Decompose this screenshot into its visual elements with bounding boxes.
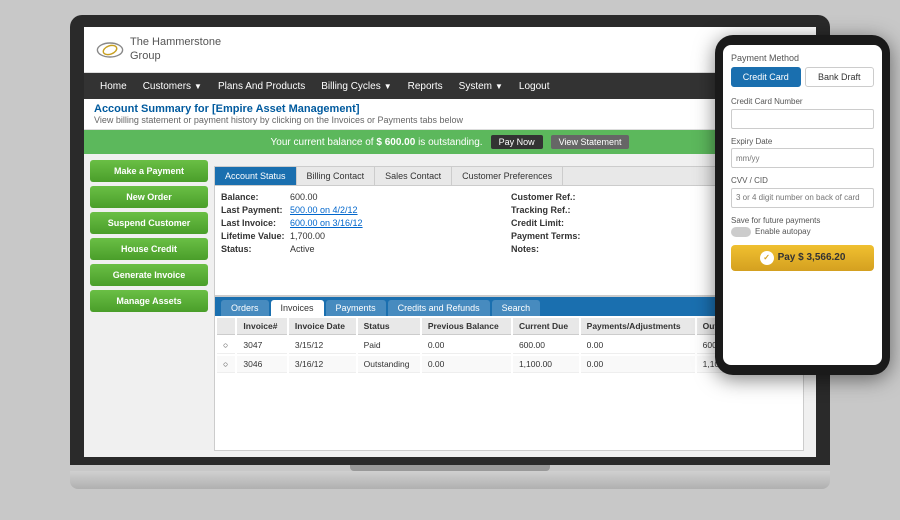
- sidebar-buttons: Make a Payment New Order Suspend Custome…: [84, 154, 214, 457]
- phone-device: Payment Method Credit Card Bank Draft Cr…: [715, 35, 890, 375]
- col-prev-balance: Previous Balance: [422, 318, 511, 335]
- nav-plans[interactable]: Plans And Products: [210, 73, 313, 99]
- status-row-balance: Balance: 600.00: [221, 192, 507, 202]
- cc-number-label: Credit Card Number: [731, 97, 874, 106]
- tab-invoices[interactable]: Invoices: [271, 300, 324, 316]
- status-row-status: Status: Active: [221, 244, 507, 254]
- tab-search[interactable]: Search: [492, 300, 541, 316]
- account-subtitle: View billing statement or payment histor…: [94, 115, 806, 125]
- view-statement-button[interactable]: View Statement: [551, 135, 630, 149]
- make-payment-button[interactable]: Make a Payment: [90, 160, 208, 182]
- expiry-input[interactable]: [731, 148, 874, 168]
- bottom-section-inner: Make a Payment New Order Suspend Custome…: [84, 154, 816, 457]
- tab-billing-contact[interactable]: Billing Contact: [297, 167, 376, 185]
- logo-text: The Hammerstone Group: [130, 36, 221, 62]
- tab-orders[interactable]: Orders: [221, 300, 269, 316]
- pay-icon: ✓: [760, 251, 774, 265]
- main-nav: Home Customers ▼ Plans And Products Bill…: [84, 73, 816, 99]
- autopay-label: Enable autopay: [755, 227, 811, 236]
- generate-invoice-button[interactable]: Generate Invoice: [90, 264, 208, 286]
- col-invoice-date: Invoice Date: [289, 318, 356, 335]
- autopay-toggle[interactable]: [731, 227, 751, 237]
- tab-account-status[interactable]: Account Status: [215, 167, 297, 185]
- nav-home[interactable]: Home: [92, 73, 135, 99]
- status-row-last-invoice: Last Invoice: 600.00 on 3/16/12: [221, 218, 507, 228]
- col-adjustments: Payments/Adjustments: [581, 318, 695, 335]
- phone-screen: Payment Method Credit Card Bank Draft Cr…: [723, 45, 882, 365]
- suspend-customer-button[interactable]: Suspend Customer: [90, 212, 208, 234]
- nav-reports[interactable]: Reports: [400, 73, 451, 99]
- logo-icon: [96, 41, 124, 59]
- laptop-base: [70, 471, 830, 489]
- pay-now-button[interactable]: Pay Now: [491, 135, 543, 149]
- laptop-device: The Hammerstone Group Home Customers ▼ P…: [70, 15, 830, 505]
- billing-arrow-icon: ▼: [384, 82, 392, 91]
- col-invoice-num: Invoice#: [237, 318, 286, 335]
- tab-payments[interactable]: Payments: [326, 300, 386, 316]
- status-row-last-payment: Last Payment: 500.00 on 4/2/12: [221, 205, 507, 215]
- tab-credits-refunds[interactable]: Credits and Refunds: [388, 300, 490, 316]
- cc-number-input[interactable]: [731, 109, 874, 129]
- nav-customers[interactable]: Customers ▼: [135, 73, 210, 99]
- expiry-label: Expiry Date: [731, 137, 874, 146]
- logo-area: The Hammerstone Group: [96, 36, 221, 62]
- nav-logout[interactable]: Logout: [511, 73, 558, 99]
- cvv-input[interactable]: [731, 188, 874, 208]
- pay-button[interactable]: ✓ Pay $ 3,566.20: [731, 245, 874, 271]
- account-bar: Account Summary for [Empire Asset Manage…: [84, 99, 816, 130]
- col-status: Status: [358, 318, 420, 335]
- bottom-section: Make a Payment New Order Suspend Custome…: [84, 154, 816, 457]
- nav-system[interactable]: System ▼: [451, 73, 511, 99]
- cvv-label: CVV / CID: [731, 176, 874, 185]
- balance-text: Your current balance of $ 600.00 is outs…: [271, 137, 483, 148]
- nav-billing[interactable]: Billing Cycles ▼: [313, 73, 399, 99]
- site-header: The Hammerstone Group: [84, 27, 816, 73]
- tab-sales-contact[interactable]: Sales Contact: [375, 167, 452, 185]
- pay-button-label: Pay $ 3,566.20: [778, 252, 846, 263]
- col-current-due: Current Due: [513, 318, 579, 335]
- autopay-row: Enable autopay: [731, 227, 874, 237]
- save-label: Save for future payments: [731, 216, 874, 225]
- status-row-lifetime: Lifetime Value: 1,700.00: [221, 231, 507, 241]
- laptop-screen: The Hammerstone Group Home Customers ▼ P…: [84, 27, 816, 457]
- system-arrow-icon: ▼: [495, 82, 503, 91]
- bank-draft-button[interactable]: Bank Draft: [805, 67, 875, 87]
- new-order-button[interactable]: New Order: [90, 186, 208, 208]
- customers-arrow-icon: ▼: [194, 82, 202, 91]
- table-row: ○ 3047 3/15/12 Paid 0.00 600.00 0.00 600…: [217, 337, 801, 354]
- payment-method-label: Payment Method: [731, 53, 874, 63]
- credit-card-button[interactable]: Credit Card: [731, 67, 801, 87]
- account-title: Account Summary for [Empire Asset Manage…: [94, 103, 806, 115]
- tab-customer-preferences[interactable]: Customer Preferences: [452, 167, 563, 185]
- payment-method-buttons: Credit Card Bank Draft: [731, 67, 874, 87]
- manage-assets-button[interactable]: Manage Assets: [90, 290, 208, 312]
- status-col-left: Balance: 600.00 Last Payment: 500.00 on …: [221, 192, 507, 254]
- balance-bar: Your current balance of $ 600.00 is outs…: [84, 130, 816, 154]
- table-row: ○ 3046 3/16/12 Outstanding 0.00 1,100.00…: [217, 356, 801, 373]
- house-credit-button[interactable]: House Credit: [90, 238, 208, 260]
- col-radio: [217, 318, 235, 335]
